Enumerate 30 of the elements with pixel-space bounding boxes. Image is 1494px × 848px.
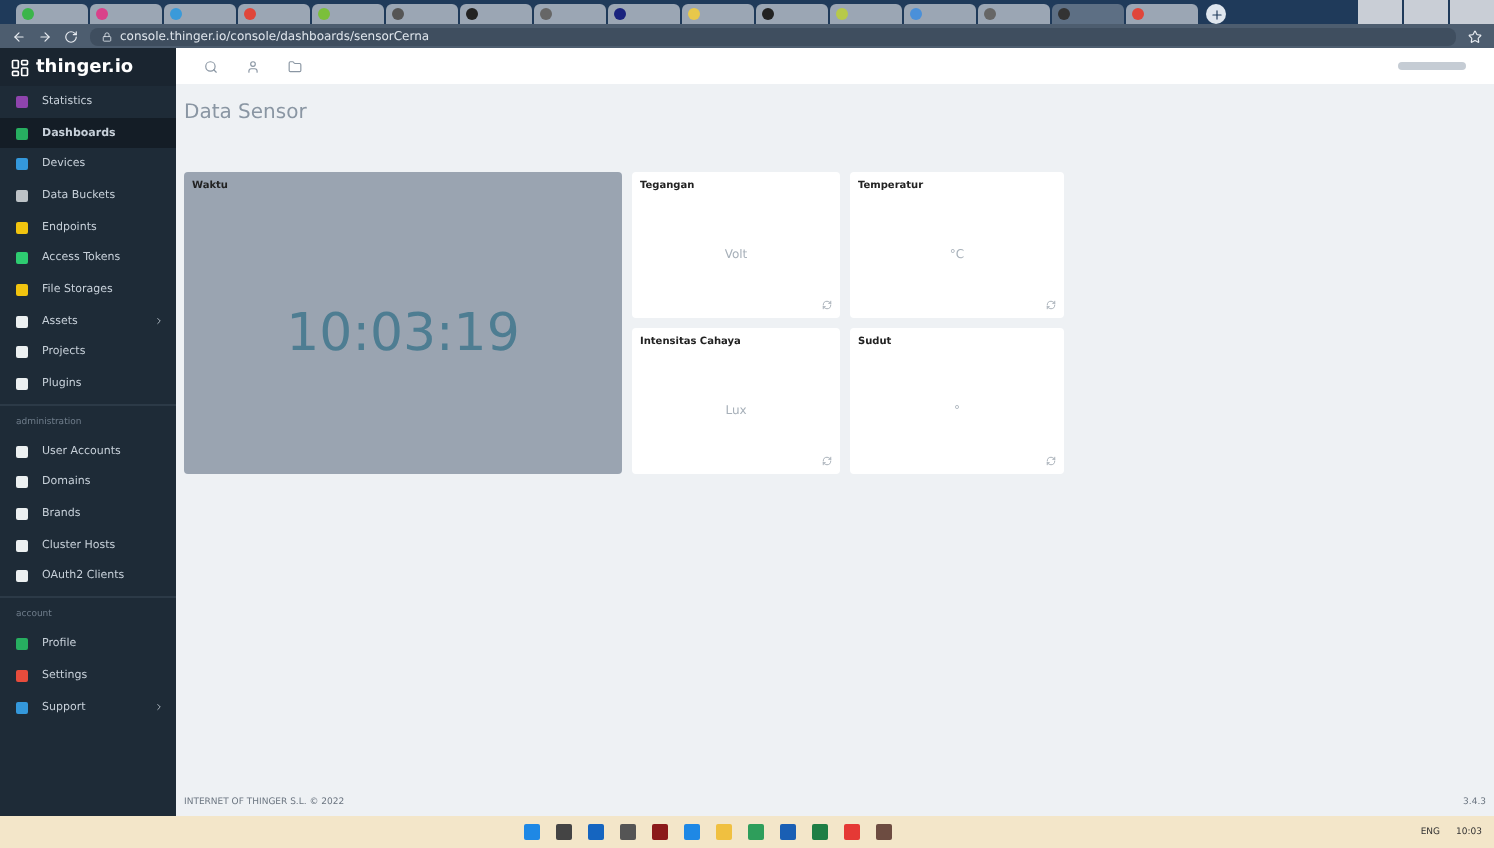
- taskbar-app-icon[interactable]: [588, 824, 605, 840]
- taskbar-app-icon[interactable]: [844, 824, 861, 840]
- chevron-icon: [154, 702, 164, 713]
- back-icon[interactable]: [12, 29, 26, 43]
- taskbar-app-icon[interactable]: [620, 824, 637, 840]
- taskbar-app-icon[interactable]: [556, 824, 573, 840]
- forward-icon[interactable]: [38, 29, 52, 43]
- clock-value: 10:03:19: [286, 303, 520, 363]
- refresh-icon[interactable]: [1046, 456, 1056, 466]
- refresh-icon[interactable]: [822, 456, 832, 466]
- folder-icon[interactable]: [288, 59, 302, 73]
- taskbar-app-icon[interactable]: [780, 824, 797, 840]
- browser-tab[interactable]: [608, 4, 680, 24]
- browser-tab[interactable]: [386, 4, 458, 24]
- brand-logo: thinger.io: [0, 48, 176, 86]
- user-menu[interactable]: [1398, 62, 1466, 70]
- new-tab-button[interactable]: [1206, 4, 1226, 24]
- reload-icon[interactable]: [64, 29, 78, 43]
- taskbar-app-icon[interactable]: [812, 824, 829, 840]
- refresh-icon[interactable]: [1046, 300, 1056, 310]
- search-icon[interactable]: [204, 59, 218, 73]
- browser-tab[interactable]: [460, 4, 532, 24]
- page-title: Data Sensor: [182, 100, 309, 128]
- taskbar-app-icon[interactable]: [652, 824, 669, 840]
- chevron-icon: [154, 316, 164, 327]
- user-icon[interactable]: [246, 59, 260, 73]
- taskbar-app-icon[interactable]: [876, 824, 893, 840]
- refresh-icon[interactable]: [822, 300, 832, 310]
- browser-tab[interactable]: [756, 4, 828, 24]
- bookmark-star-icon[interactable]: [1468, 29, 1482, 43]
